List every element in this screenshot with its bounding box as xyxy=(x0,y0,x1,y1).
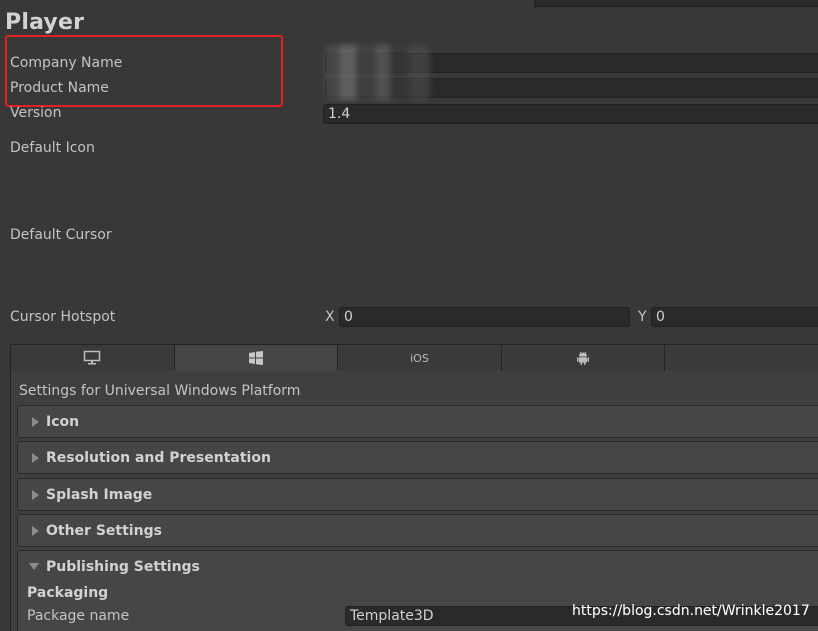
settings-header: Settings for Universal Windows Platform xyxy=(19,383,301,399)
default-icon-label: Default Icon xyxy=(10,140,95,156)
cursor-hotspot-label: Cursor Hotspot xyxy=(10,309,116,325)
foldout-resolution[interactable]: Resolution and Presentation xyxy=(17,441,818,474)
foldout-label: Resolution and Presentation xyxy=(46,449,271,466)
player-settings-window: Player Company Name Product Name Version… xyxy=(0,0,818,631)
triangle-right-icon xyxy=(32,489,39,500)
foldout-publishing-settings[interactable]: Publishing Settings xyxy=(17,550,818,583)
foldout-label: Other Settings xyxy=(46,522,162,539)
redacted-blur xyxy=(325,45,430,100)
foldout-label: Icon xyxy=(46,413,80,430)
foldout-splash-image[interactable]: Splash Image xyxy=(17,478,818,511)
triangle-right-icon xyxy=(32,452,39,463)
triangle-down-icon xyxy=(29,563,39,570)
triangle-right-icon xyxy=(32,416,39,427)
windows-icon xyxy=(248,351,263,365)
version-field[interactable]: 1.4 xyxy=(323,104,818,124)
foldout-other-settings[interactable]: Other Settings xyxy=(17,514,818,547)
foldout-icon[interactable]: Icon xyxy=(17,405,818,438)
default-cursor-label: Default Cursor xyxy=(10,227,112,243)
hotspot-y-label: Y xyxy=(638,309,647,325)
top-toolbar-strip xyxy=(534,0,818,7)
page-title: Player xyxy=(5,10,85,35)
platform-tabs: iOS xyxy=(10,344,818,372)
foldout-label: Publishing Settings xyxy=(46,558,200,575)
hotspot-y-field[interactable]: 0 xyxy=(651,307,818,327)
foldout-label: Splash Image xyxy=(46,486,153,503)
package-name-label: Package name xyxy=(27,608,130,624)
version-label: Version xyxy=(10,105,62,121)
triangle-right-icon xyxy=(32,525,39,536)
tab-universal-windows[interactable] xyxy=(174,345,339,371)
watermark: https://blog.csdn.net/Wrinkle2017 xyxy=(572,603,810,619)
hotspot-x-field[interactable]: 0 xyxy=(339,307,630,327)
hotspot-x-label: X xyxy=(325,309,335,325)
desktop-icon xyxy=(84,350,101,365)
tab-standalone[interactable] xyxy=(11,345,175,371)
packaging-header: Packaging xyxy=(27,585,109,601)
tab-android[interactable] xyxy=(501,345,666,371)
android-icon xyxy=(577,351,590,365)
tab-next-platform[interactable] xyxy=(665,345,818,371)
tab-ios-label: iOS xyxy=(410,351,429,365)
tab-ios[interactable]: iOS xyxy=(338,345,502,371)
red-highlight-box xyxy=(5,35,283,107)
